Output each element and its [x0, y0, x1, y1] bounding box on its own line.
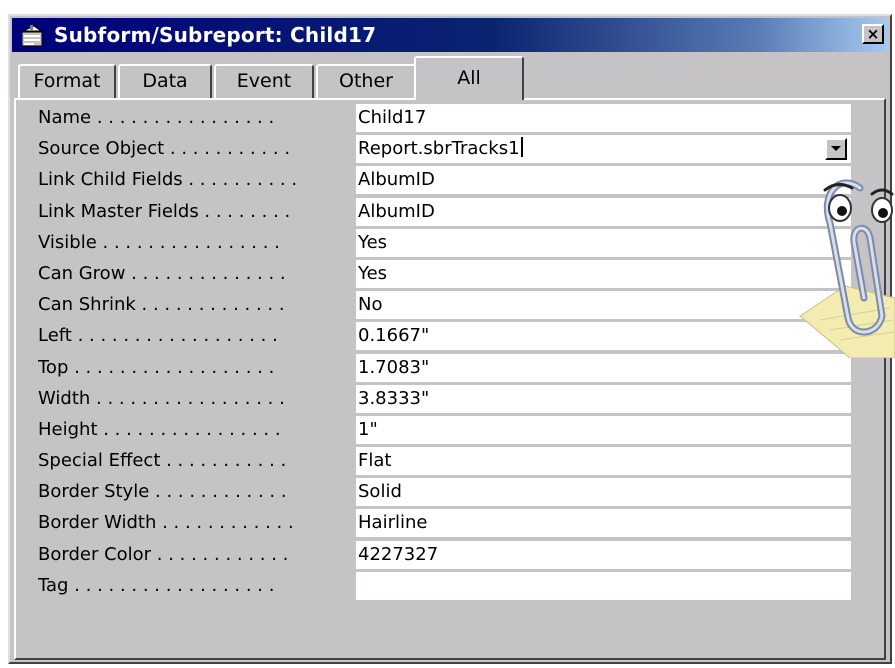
property-label: Width . . . . . . . . . . . . . . . . .: [38, 387, 285, 409]
property-value-field[interactable]: Solid: [356, 478, 851, 507]
property-value-field[interactable]: [356, 571, 851, 600]
office-assistant-paperclip-icon[interactable]: [790, 168, 895, 358]
property-label: Special Effect . . . . . . . . . . .: [38, 450, 287, 472]
property-value-field[interactable]: Hairline: [356, 509, 851, 538]
properties-panel: Name . . . . . . . . . . . . . . . . Chi…: [14, 98, 886, 660]
property-value-field[interactable]: 1": [356, 415, 851, 444]
tab-all-label: All: [457, 67, 481, 89]
property-value-field[interactable]: Yes: [356, 228, 851, 257]
property-row-border-width: Border Width . . . . . . . . . . . . Hai…: [16, 509, 884, 540]
property-row-border-color: Border Color . . . . . . . . . . . . 422…: [16, 540, 884, 572]
property-row-border-style: Border Style . . . . . . . . . . . . Sol…: [16, 478, 884, 509]
property-label: Can Grow . . . . . . . . . . . . . .: [38, 262, 286, 284]
tab-format-label: Format: [33, 70, 101, 92]
property-label: Link Master Fields . . . . . . . .: [38, 200, 291, 222]
property-value-field[interactable]: 1.7083": [356, 353, 851, 382]
tab-event-label: Event: [236, 70, 292, 92]
property-value-field[interactable]: AlbumID: [356, 197, 851, 226]
property-label: Height . . . . . . . . . . . . . . . .: [38, 418, 281, 440]
window-title: Subform/Subreport: Child17: [54, 23, 377, 47]
property-value-text: Report.sbrTracks1: [358, 138, 520, 160]
property-row-can-grow: Can Grow . . . . . . . . . . . . . . Yes: [16, 259, 884, 291]
property-label: Tag . . . . . . . . . . . . . . . . . .: [38, 574, 275, 596]
property-value-field[interactable]: Yes: [356, 259, 851, 288]
property-value-field[interactable]: Child17: [356, 104, 851, 132]
property-value-field[interactable]: 4227327: [356, 540, 851, 569]
tab-other-label: Other: [339, 70, 393, 92]
property-list: Name . . . . . . . . . . . . . . . . Chi…: [16, 104, 884, 603]
close-button[interactable]: ×: [862, 24, 884, 44]
property-label: Visible . . . . . . . . . . . . . . . .: [38, 231, 280, 253]
property-label: Source Object . . . . . . . . . . .: [38, 138, 291, 160]
property-label: Top . . . . . . . . . . . . . . . . . .: [38, 356, 275, 378]
property-row-height: Height . . . . . . . . . . . . . . . . 1…: [16, 415, 884, 447]
property-row-visible: Visible . . . . . . . . . . . . . . . . …: [16, 228, 884, 260]
chevron-down-icon[interactable]: [825, 138, 847, 161]
tab-data[interactable]: Data: [118, 64, 212, 98]
property-row-special-effect: Special Effect . . . . . . . . . . . Fla…: [16, 447, 884, 478]
property-row-top: Top . . . . . . . . . . . . . . . . . . …: [16, 353, 884, 385]
property-row-can-shrink: Can Shrink . . . . . . . . . . . . . No: [16, 291, 884, 322]
property-label: Can Shrink . . . . . . . . . . . . .: [38, 294, 285, 316]
title-bar[interactable]: Subform/Subreport: Child17 ×: [12, 18, 888, 52]
property-value-field[interactable]: Flat: [356, 447, 851, 476]
property-sheet-window: Subform/Subreport: Child17 × Format Data…: [8, 14, 892, 664]
tab-format[interactable]: Format: [18, 64, 116, 98]
property-row-source-object: Source Object . . . . . . . . . . . Repo…: [16, 135, 884, 166]
tab-other[interactable]: Other: [316, 64, 416, 98]
property-label: Name . . . . . . . . . . . . . . . .: [38, 107, 275, 128]
source-object-field[interactable]: Report.sbrTracks1: [356, 135, 851, 164]
properties-sheet-icon: [21, 25, 43, 47]
tab-data-label: Data: [142, 70, 188, 92]
property-row-left: Left . . . . . . . . . . . . . . . . . .…: [16, 322, 884, 353]
tab-event[interactable]: Event: [214, 64, 314, 98]
property-value-field[interactable]: 3.8333": [356, 384, 851, 413]
property-label: Border Color . . . . . . . . . . . .: [38, 543, 289, 565]
property-label: Left . . . . . . . . . . . . . . . . . .: [38, 325, 278, 347]
property-row-link-child-fields: Link Child Fields . . . . . . . . . . Al…: [16, 166, 884, 197]
property-value-field[interactable]: No: [356, 291, 851, 320]
property-row-name: Name . . . . . . . . . . . . . . . . Chi…: [16, 104, 884, 135]
text-cursor: [520, 137, 523, 158]
property-label: Border Width . . . . . . . . . . . .: [38, 512, 294, 534]
property-row-tag: Tag . . . . . . . . . . . . . . . . . .: [16, 571, 884, 603]
property-row-width: Width . . . . . . . . . . . . . . . . . …: [16, 384, 884, 416]
property-value-field[interactable]: 0.1667": [356, 322, 851, 351]
property-label: Border Style . . . . . . . . . . . .: [38, 481, 287, 503]
property-label: Link Child Fields . . . . . . . . . .: [38, 169, 298, 191]
tab-all[interactable]: All: [414, 56, 524, 100]
property-value-field[interactable]: AlbumID: [356, 166, 851, 195]
close-icon: ×: [866, 25, 880, 43]
property-row-link-master-fields: Link Master Fields . . . . . . . . Album…: [16, 197, 884, 229]
